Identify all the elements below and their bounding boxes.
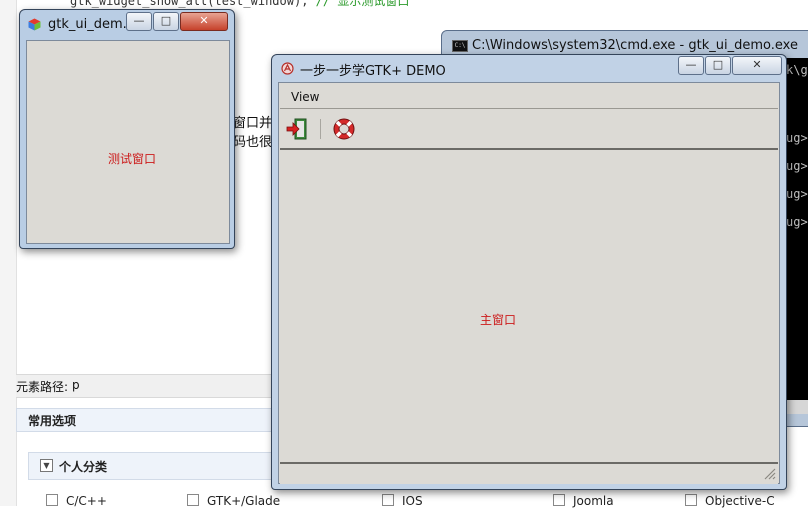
checkbox-icon [382, 494, 394, 506]
maximize-button[interactable]: □ [705, 56, 731, 75]
checkbox-icon [187, 494, 199, 506]
console-line: ug> [786, 131, 808, 145]
article-text-fragment: 码也很 [233, 135, 273, 150]
maximize-button[interactable]: □ [153, 12, 179, 31]
console-icon: C:\ [452, 40, 468, 52]
checkbox-icon [46, 494, 58, 506]
common-options-title: 常用选项 [28, 414, 77, 428]
element-path-value[interactable]: p [72, 378, 80, 392]
main-window-label: 主窗口 [480, 313, 517, 327]
article-text-fragment: 窗口并 [233, 116, 273, 131]
close-button[interactable]: ✕ [180, 12, 228, 31]
resize-grip-icon[interactable] [762, 466, 776, 480]
gtk-app-icon [28, 18, 41, 31]
console-line: ug> [786, 159, 808, 173]
menu-view[interactable]: View [289, 90, 321, 104]
personal-category-title: 个人分类 [59, 460, 108, 474]
minimize-button[interactable]: — [126, 12, 152, 31]
test-window-title: gtk_ui_dem... [48, 17, 136, 32]
console-line: ug> [786, 215, 808, 229]
cmd-window-title: C:\Windows\system32\cmd.exe - gtk_ui_dem… [472, 38, 798, 53]
test-window-client-area [26, 40, 230, 244]
minimize-button[interactable]: — [678, 56, 704, 75]
element-path-label: 元素路径: [16, 380, 69, 394]
toolbar-separator [320, 119, 321, 139]
close-button[interactable]: ✕ [732, 56, 782, 75]
exit-door-icon[interactable] [285, 117, 309, 141]
editor-left-gutter [0, 0, 17, 506]
console-scrollbar[interactable] [786, 400, 808, 414]
test-window-label: 测试窗口 [108, 152, 157, 166]
code-comment: // 显示测试窗口 [315, 0, 410, 8]
lifebuoy-icon[interactable] [332, 117, 356, 141]
collapse-toggle-icon[interactable]: ▼ [40, 459, 53, 472]
checkbox-icon [553, 494, 565, 506]
status-bar [280, 462, 778, 484]
checkbox-icon [685, 494, 697, 506]
code-snippet: gtk_widget_show_all(test_window); // 显示测… [70, 0, 409, 9]
main-window-title: 一步一步学GTK+ DEMO [300, 64, 446, 79]
menu-bar [280, 84, 778, 109]
gtk-app-icon [281, 62, 294, 75]
console-line: k\g [786, 63, 808, 77]
console-line: ug> [786, 187, 808, 201]
